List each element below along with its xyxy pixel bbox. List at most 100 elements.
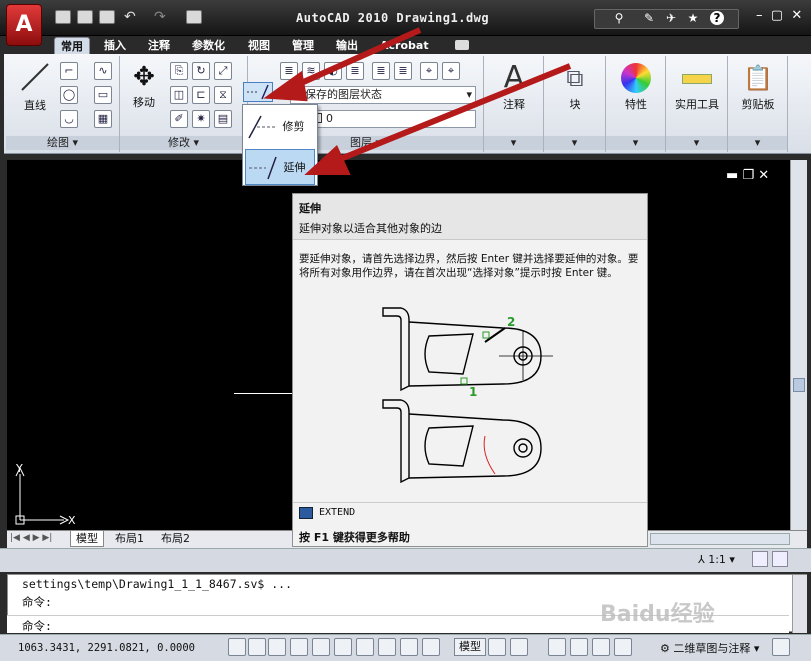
tab-layout1[interactable]: 布局1 bbox=[110, 531, 149, 547]
block-panel-expander[interactable]: ▾ bbox=[544, 136, 605, 150]
dyn-icon[interactable] bbox=[400, 638, 418, 656]
close-icon[interactable]: ✕ bbox=[758, 168, 769, 183]
erase-icon[interactable]: ✐ bbox=[170, 110, 188, 128]
scale-icon[interactable]: ⤢ bbox=[214, 62, 232, 80]
move-button[interactable]: ✥ 移动 bbox=[124, 60, 164, 116]
hatch-icon[interactable]: ▦ bbox=[94, 110, 112, 128]
horizontal-scrollbar[interactable] bbox=[650, 533, 790, 545]
ortho-icon[interactable] bbox=[290, 638, 308, 656]
mirror-icon[interactable]: ⧖ bbox=[214, 86, 232, 104]
tab-home[interactable]: 常用 bbox=[54, 37, 90, 54]
zoom-icon[interactable] bbox=[570, 638, 588, 656]
model-space-button[interactable]: 模型 bbox=[454, 638, 486, 656]
annotation-scale[interactable]: ⅄ 1:1 ▾ bbox=[698, 553, 735, 566]
undo-icon[interactable]: ↶ bbox=[124, 9, 136, 25]
tab-layout2[interactable]: 布局2 bbox=[156, 531, 195, 547]
layer-merge-icon[interactable]: ⌖ bbox=[442, 62, 460, 80]
coordinate-readout[interactable]: 1063.3431, 2291.0821, 0.0000 bbox=[18, 642, 195, 654]
application-menu-button[interactable]: A bbox=[6, 4, 42, 46]
subscription-icon[interactable]: ✈ bbox=[664, 11, 678, 25]
plot-icon[interactable] bbox=[186, 10, 202, 24]
utilities-panel[interactable]: 实用工具 ▾ bbox=[666, 56, 728, 152]
array-icon[interactable]: ▤ bbox=[214, 110, 232, 128]
layer-properties-icon[interactable]: ≣ bbox=[280, 62, 298, 80]
quick-view-drawings-icon[interactable] bbox=[510, 638, 528, 656]
explode-icon[interactable]: ✷ bbox=[192, 110, 210, 128]
block-panel[interactable]: ⧉ 块 ▾ bbox=[544, 56, 606, 152]
ducs-icon[interactable] bbox=[378, 638, 396, 656]
rotate-icon[interactable]: ↻ bbox=[192, 62, 210, 80]
star-icon[interactable]: ★ bbox=[686, 11, 700, 25]
vertical-scrollbar[interactable] bbox=[790, 160, 807, 530]
utilities-panel-expander[interactable]: ▾ bbox=[666, 136, 727, 150]
stretch-icon[interactable]: ◫ bbox=[170, 86, 188, 104]
arc-icon[interactable]: ◡ bbox=[60, 110, 78, 128]
scrollbar-thumb[interactable] bbox=[793, 378, 805, 392]
pan-icon[interactable] bbox=[548, 638, 566, 656]
tab-insert[interactable]: 插入 bbox=[98, 37, 132, 54]
workspace-switcher[interactable]: ⚙ 二维草图与注释 ▾ bbox=[660, 640, 759, 656]
open-icon[interactable] bbox=[77, 10, 93, 24]
layer-iso-icon[interactable]: ◐ bbox=[324, 62, 342, 80]
layout-nav-arrows[interactable]: |◀ ◀ ▶ ▶| bbox=[10, 533, 52, 543]
properties-panel[interactable]: 特性 ▾ bbox=[606, 56, 666, 152]
offset-icon[interactable]: ⊏ bbox=[192, 86, 210, 104]
circle-icon[interactable]: ◯ bbox=[60, 86, 78, 104]
tab-view[interactable]: 视图 bbox=[242, 37, 276, 54]
annotation-visibility-icon[interactable] bbox=[752, 551, 768, 567]
layer-change-icon[interactable]: ≣ bbox=[394, 62, 412, 80]
auto-scale-icon[interactable] bbox=[772, 551, 788, 567]
line-button[interactable]: 直线 bbox=[14, 60, 56, 116]
trim-extend-split-button[interactable] bbox=[243, 82, 273, 102]
tab-model[interactable]: 模型 bbox=[70, 531, 104, 547]
spline-icon[interactable]: ∿ bbox=[94, 62, 112, 80]
steering-wheel-icon[interactable] bbox=[592, 638, 610, 656]
snap-icon[interactable] bbox=[248, 638, 266, 656]
clean-screen-icon[interactable] bbox=[772, 638, 790, 656]
current-layer-combo[interactable]: 0 bbox=[308, 110, 476, 128]
save-icon[interactable] bbox=[99, 10, 115, 24]
lineweight-icon[interactable] bbox=[422, 638, 440, 656]
tab-manage[interactable]: 管理 bbox=[286, 37, 320, 54]
tab-acrobat[interactable]: Acrobat bbox=[374, 37, 435, 54]
polar-icon[interactable] bbox=[312, 638, 330, 656]
wrench-icon[interactable]: ✎ bbox=[642, 11, 656, 25]
layer-off-icon[interactable]: ≣ bbox=[346, 62, 364, 80]
restore-icon[interactable]: ▢ bbox=[771, 8, 783, 23]
layer-match-icon[interactable]: ≣ bbox=[372, 62, 390, 80]
layer-state-icon[interactable]: ≋ bbox=[302, 62, 320, 80]
binoculars-icon[interactable]: ⚲ bbox=[612, 11, 626, 25]
minimize-icon[interactable]: ▬ bbox=[726, 168, 738, 183]
ribbon-minimize-icon[interactable] bbox=[455, 40, 469, 50]
clipboard-panel-expander[interactable]: ▾ bbox=[728, 136, 787, 150]
osnap-icon[interactable] bbox=[334, 638, 352, 656]
tab-annotate[interactable]: 注释 bbox=[142, 37, 176, 54]
rectangle-icon[interactable]: ▭ bbox=[94, 86, 112, 104]
new-icon[interactable] bbox=[55, 10, 71, 24]
tab-output[interactable]: 输出 bbox=[330, 37, 364, 54]
close-icon[interactable]: ✕ bbox=[791, 8, 802, 23]
command-scrollbar[interactable] bbox=[792, 575, 807, 633]
dropdown-item-extend[interactable]: 延伸 bbox=[245, 149, 315, 185]
infer-constraints-icon[interactable] bbox=[228, 638, 246, 656]
layer-walk-icon[interactable]: ⌖ bbox=[420, 62, 438, 80]
properties-panel-expander[interactable]: ▾ bbox=[606, 136, 665, 150]
grid-icon[interactable] bbox=[268, 638, 286, 656]
restore-icon[interactable]: ❐ bbox=[742, 168, 754, 183]
otrack-icon[interactable] bbox=[356, 638, 374, 656]
minimize-icon[interactable]: – bbox=[756, 8, 763, 23]
draw-panel-label[interactable]: 绘图 ▾ bbox=[6, 136, 119, 150]
dropdown-item-trim[interactable]: 修剪 bbox=[245, 109, 315, 145]
help-icon[interactable]: ? bbox=[710, 11, 724, 25]
annotation-panel-expander[interactable]: ▾ bbox=[484, 136, 543, 150]
redo-icon[interactable]: ↷ bbox=[154, 9, 166, 25]
quick-view-layouts-icon[interactable] bbox=[488, 638, 506, 656]
layer-state-combo[interactable]: 未保存的图层状态 ▾ bbox=[290, 86, 476, 104]
copy-icon[interactable]: ⎘ bbox=[170, 62, 188, 80]
showmotion-icon[interactable] bbox=[614, 638, 632, 656]
polyline-icon[interactable]: ⌐ bbox=[60, 62, 78, 80]
tab-parametric[interactable]: 参数化 bbox=[186, 37, 231, 54]
clipboard-panel[interactable]: 📋 剪贴板 ▾ bbox=[728, 56, 788, 152]
annotation-panel[interactable]: A 注释 ▾ bbox=[484, 56, 544, 152]
modify-panel-label[interactable]: 修改 ▾ bbox=[120, 136, 247, 150]
